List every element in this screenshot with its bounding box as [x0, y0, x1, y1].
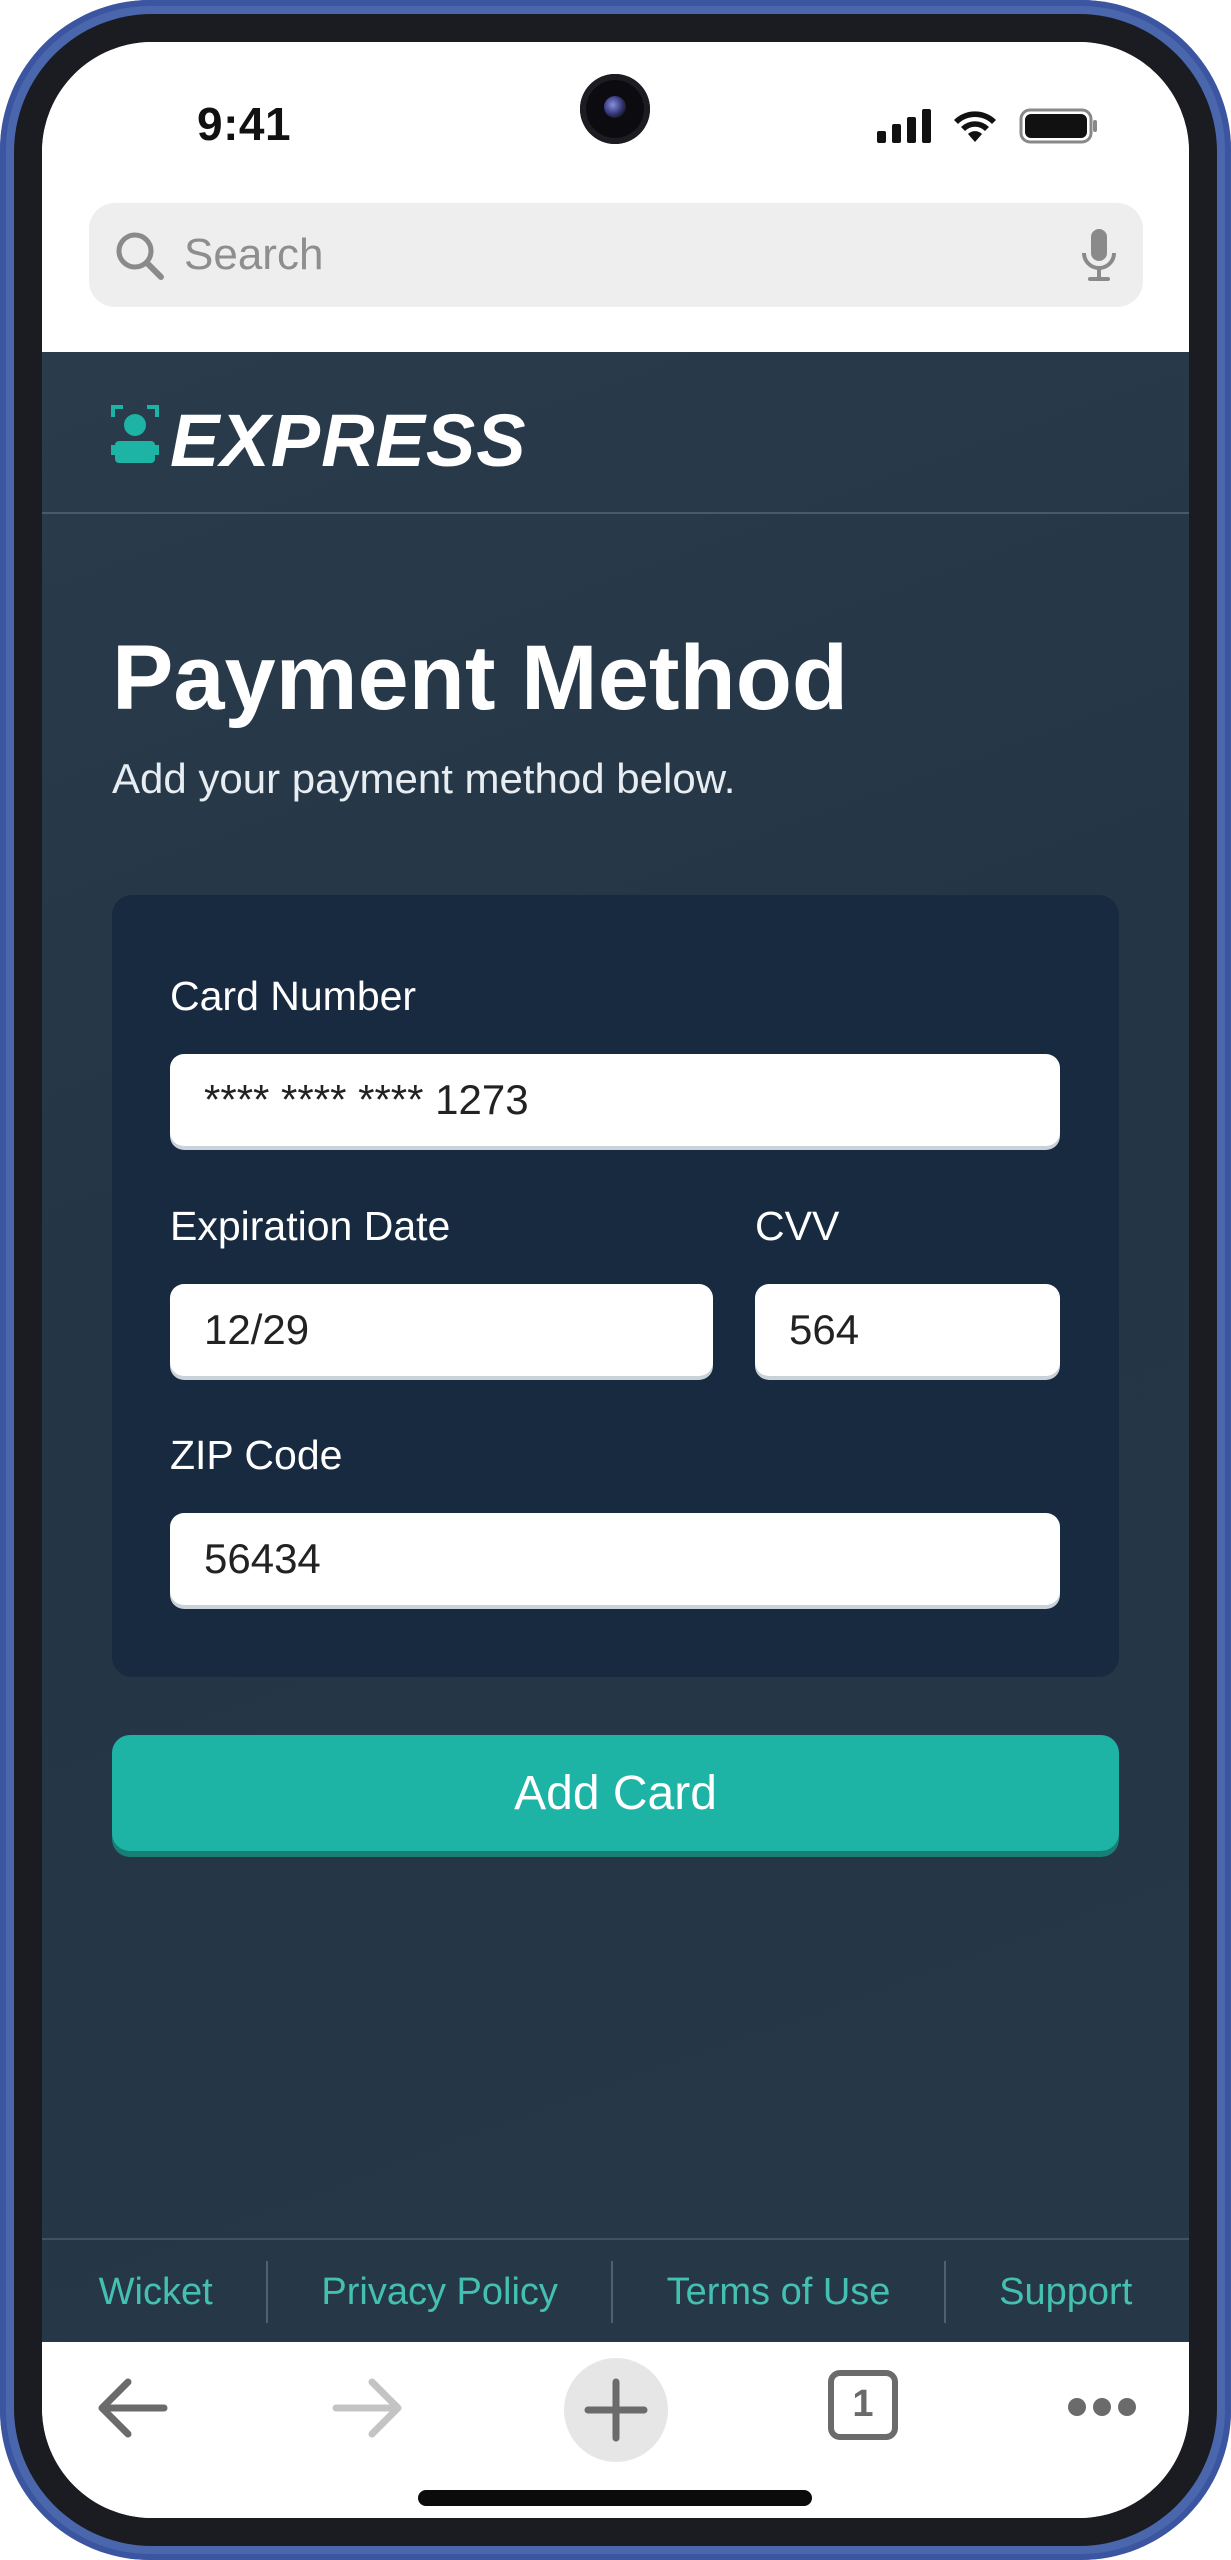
page-title: Payment Method [112, 627, 849, 729]
signal-icon [877, 109, 931, 143]
footer-link-wicket[interactable]: Wicket [99, 2271, 213, 2314]
more-icon[interactable] [1066, 2396, 1138, 2423]
footer-divider [943, 2261, 946, 2323]
user-badge-icon [111, 405, 159, 470]
back-arrow-icon[interactable] [96, 2376, 168, 2445]
forward-arrow-icon[interactable] [332, 2376, 404, 2445]
cvv-label: CVV [755, 1203, 840, 1249]
expiration-date-label: Expiration Date [170, 1203, 451, 1249]
footer-link-privacy-policy[interactable]: Privacy Policy [321, 2271, 558, 2314]
footer-links: Wicket Privacy Policy Terms of Use Suppo… [42, 2240, 1189, 2344]
brand-logo[interactable]: EXPRESS [170, 398, 527, 483]
zip-code-input[interactable] [170, 1513, 1060, 1605]
new-tab-button[interactable] [564, 2358, 668, 2462]
add-card-button[interactable]: Add Card [112, 1735, 1119, 1851]
search-icon [113, 229, 167, 288]
payment-form: Card Number Expiration Date CVV ZIP Code [112, 895, 1119, 1677]
screen: 9:41 Search EXPRESS Payment Method Add y… [42, 42, 1189, 2518]
expiration-date-input[interactable] [170, 1284, 713, 1376]
footer-link-support[interactable]: Support [999, 2271, 1132, 2314]
site-header: EXPRESS [42, 352, 1189, 514]
page-subtitle: Add your payment method below. [112, 755, 736, 802]
tabs-icon[interactable]: 1 [828, 2370, 898, 2440]
footer-divider [611, 2261, 614, 2323]
web-content: EXPRESS Payment Method Add your payment … [42, 352, 1189, 2342]
home-indicator[interactable] [418, 2490, 812, 2506]
search-input[interactable] [184, 223, 984, 287]
cvv-input[interactable] [755, 1284, 1060, 1376]
card-number-input[interactable] [170, 1054, 1060, 1146]
microphone-icon[interactable] [1079, 227, 1119, 288]
site-footer: Wicket Privacy Policy Terms of Use Suppo… [42, 2238, 1189, 2342]
status-time: 9:41 [197, 98, 292, 150]
footer-link-terms-of-use[interactable]: Terms of Use [667, 2271, 891, 2314]
status-icons [877, 108, 1099, 144]
status-bar: 9:41 [42, 42, 1189, 222]
footer-divider [266, 2261, 269, 2323]
wifi-icon [951, 108, 999, 144]
card-number-label: Card Number [170, 973, 417, 1019]
browser-search-bar[interactable] [89, 203, 1143, 307]
battery-icon [1019, 108, 1099, 144]
front-camera [580, 74, 650, 144]
zip-code-label: ZIP Code [170, 1432, 343, 1478]
plus-icon [584, 2378, 648, 2442]
